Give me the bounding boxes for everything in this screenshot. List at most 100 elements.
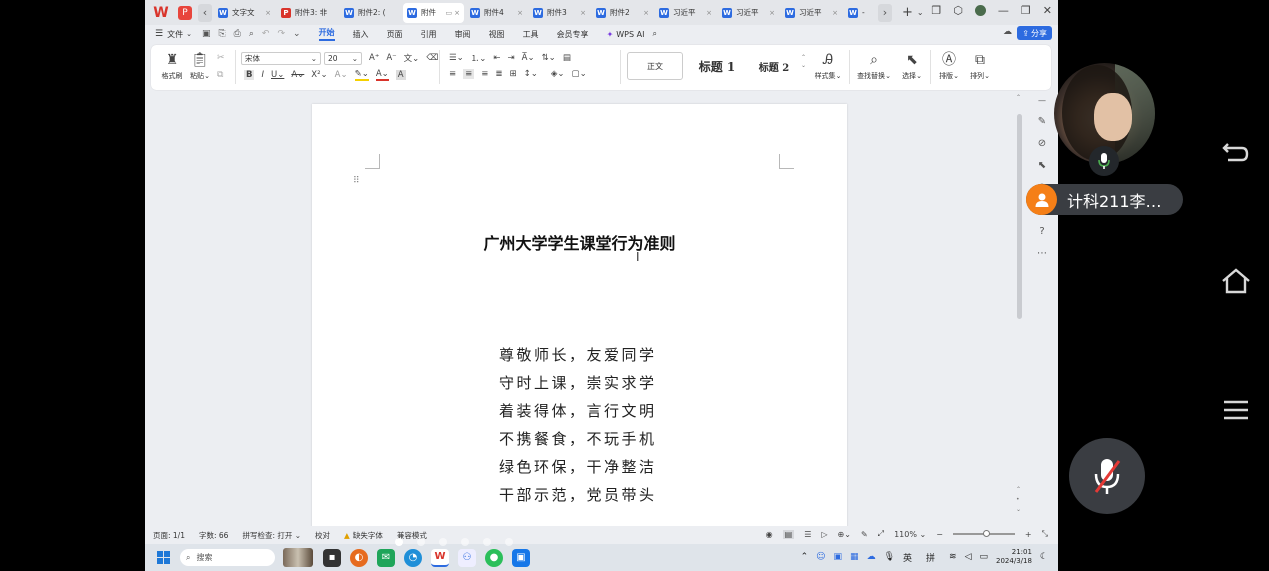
meeting-app-icon[interactable]: ▣ (512, 548, 530, 567)
tray-app-icon[interactable]: ▦ (850, 552, 859, 562)
customize-chevron-icon[interactable]: ⌄ (293, 29, 301, 39)
wps-ai-button[interactable]: WPS AI (616, 30, 644, 39)
outline-view-icon[interactable]: ☰ (804, 530, 811, 539)
zoom-level[interactable]: 110% ⌄ (894, 530, 926, 539)
microphone-icon[interactable]: 🎙︎ (884, 552, 895, 562)
home-icon[interactable] (1218, 268, 1254, 301)
volume-icon[interactable]: ◁ (965, 552, 972, 562)
border-icon[interactable]: ▢⌄ (572, 69, 587, 79)
tab-page[interactable]: 页面 (387, 29, 403, 40)
ime-mode[interactable]: 拼 (926, 551, 935, 564)
word-count[interactable]: 字数: 66 (199, 530, 228, 541)
windows-start-icon[interactable] (157, 551, 170, 564)
search-icon[interactable]: ⌕ (652, 29, 656, 39)
mute-toggle-button[interactable] (1069, 438, 1145, 514)
document-title[interactable]: 广州大学学生课堂行为准则 (312, 230, 847, 254)
tab-list-chevron-icon[interactable]: ⌄ (917, 8, 924, 17)
tab-document[interactable]: W 习近平 × (655, 3, 716, 23)
tab-document[interactable]: W 习近平 × (781, 3, 842, 23)
font-size-select[interactable]: 20 ⌄ (324, 52, 362, 65)
select-button[interactable]: ⬉ 选择⌄ (898, 51, 926, 81)
paste-button[interactable]: 📋︎ 粘贴⌄ (188, 51, 212, 81)
page-dot-active[interactable] (395, 538, 403, 546)
text-line[interactable]: 干部示范，党员带头 (499, 481, 657, 509)
arrange-button[interactable]: ⧉ 排列⌄ (965, 51, 995, 81)
tab-document[interactable]: W 附件4 × (466, 3, 527, 23)
scroll-dot-icon[interactable]: • (1016, 496, 1020, 503)
proofread-button[interactable]: 校对 (315, 530, 330, 541)
zoom-slider-knob[interactable] (982, 530, 990, 537)
hamburger-icon[interactable]: ☰ (155, 29, 163, 39)
phonetic-guide-icon[interactable]: 文⌄ (404, 52, 420, 64)
document-page[interactable]: ⠿ 广州大学学生课堂行为准则 I 尊敬师长，友爱同学 守时上课，崇实求学 着装得… (312, 104, 847, 534)
tab-references[interactable]: 引用 (421, 29, 437, 40)
wps-logo-icon[interactable]: W (150, 4, 172, 22)
firefox-icon[interactable]: ◐ (350, 548, 368, 567)
ime-language[interactable]: 英 (903, 551, 912, 564)
page-down-icon[interactable]: ⌄ (1016, 506, 1021, 513)
page-dot[interactable] (461, 538, 469, 546)
tab-close-icon[interactable]: × (706, 9, 712, 17)
tab-document[interactable]: P 附件3: 非 (277, 3, 338, 23)
notification-moon-icon[interactable]: ☾ (1040, 552, 1048, 562)
edge-icon[interactable]: ◔ (404, 548, 422, 567)
style-normal[interactable]: 正文 (627, 52, 683, 80)
close-icon[interactable]: ✕ (1043, 4, 1052, 17)
missing-font-button[interactable]: ▲ 缺失字体 (344, 530, 383, 541)
tray-app-icon[interactable]: ☺ (816, 552, 825, 562)
widget-thumbnail[interactable] (283, 548, 313, 567)
text-line[interactable]: 尊敬师长，友爱同学 (499, 341, 657, 369)
tab-close-icon[interactable]: × (580, 9, 586, 17)
document-body[interactable]: 尊敬师长，友爱同学 守时上课，崇实求学 着装得体，言行文明 不携餐食，不玩手机 … (499, 341, 657, 509)
page-dot[interactable] (417, 538, 425, 546)
zoom-in-icon[interactable]: + (1025, 530, 1032, 539)
find-replace-button[interactable]: ⌕ 查找替换⌄ (854, 51, 894, 81)
italic-icon[interactable]: I (261, 70, 264, 80)
table-lines-icon[interactable]: ▤ (563, 53, 571, 63)
tab-insert[interactable]: 插入 (353, 29, 369, 40)
tab-document[interactable]: W 附件3 × (529, 3, 590, 23)
tab-review[interactable]: 审阅 (455, 29, 471, 40)
style-heading1[interactable]: 标题 1 (689, 52, 745, 80)
recents-menu-icon[interactable] (1218, 398, 1254, 428)
font-color-icon[interactable]: A⌄ (375, 69, 389, 81)
strikethrough-icon[interactable]: A⌄ (291, 70, 304, 80)
print-icon[interactable]: ⎙ (234, 29, 241, 39)
distribute-icon[interactable]: ⊞ (510, 69, 517, 79)
tab-home[interactable]: 开始 (318, 27, 335, 41)
fullscreen-icon[interactable]: ⤡ (1042, 529, 1048, 539)
text-effect-icon[interactable]: A⌄ (335, 70, 348, 80)
tab-close-icon[interactable]: × (832, 9, 838, 17)
tab-document[interactable]: W- (844, 3, 878, 23)
char-shading-icon[interactable]: A (395, 70, 406, 80)
play-icon[interactable]: ▷ (821, 530, 827, 539)
eye-protect-icon[interactable]: ◉ (766, 530, 773, 539)
tab-close-icon[interactable]: × (643, 9, 649, 17)
settings-cube-icon[interactable]: ⬡ (953, 4, 963, 17)
increase-indent-icon[interactable]: ⇥ (508, 53, 515, 63)
text-line[interactable]: 着装得体，言行文明 (499, 397, 657, 425)
align-left-icon[interactable]: ≡ (449, 69, 456, 79)
font-name-select[interactable]: 宋体 ⌄ (241, 52, 321, 65)
more-icon[interactable]: ⋯ (1037, 248, 1047, 259)
print-preview-icon[interactable]: ⌕ (249, 29, 254, 39)
tab-close-icon[interactable]: × (517, 9, 523, 17)
mail-icon[interactable]: ✉ (377, 548, 395, 567)
clear-format-icon[interactable]: ⌫ (426, 53, 438, 63)
undo-icon[interactable]: ↶ (262, 29, 270, 39)
page-up-icon[interactable]: ⌃ (1016, 486, 1021, 493)
bold-icon[interactable]: B (244, 70, 255, 80)
decrease-indent-icon[interactable]: ⇤ (493, 53, 500, 63)
increase-font-icon[interactable]: A⁺ (369, 53, 379, 63)
participant-name-pill[interactable]: 计科211李… (1026, 184, 1183, 215)
wechat-icon[interactable]: ● (485, 548, 503, 567)
tab-scroll-left-icon[interactable]: ‹ (198, 3, 212, 22)
page-dot[interactable] (483, 538, 491, 546)
battery-icon[interactable]: ▭ (980, 552, 989, 562)
format-painter-button[interactable]: ♜ 格式刷 (160, 51, 184, 81)
maximize-icon[interactable]: ❐ (1021, 4, 1031, 17)
tab-document[interactable]: W 文字文 × (214, 3, 275, 23)
text-line[interactable]: 不携餐食，不玩手机 (499, 425, 657, 453)
back-icon[interactable] (1218, 140, 1254, 171)
tab-close-icon[interactable]: × (769, 9, 775, 17)
